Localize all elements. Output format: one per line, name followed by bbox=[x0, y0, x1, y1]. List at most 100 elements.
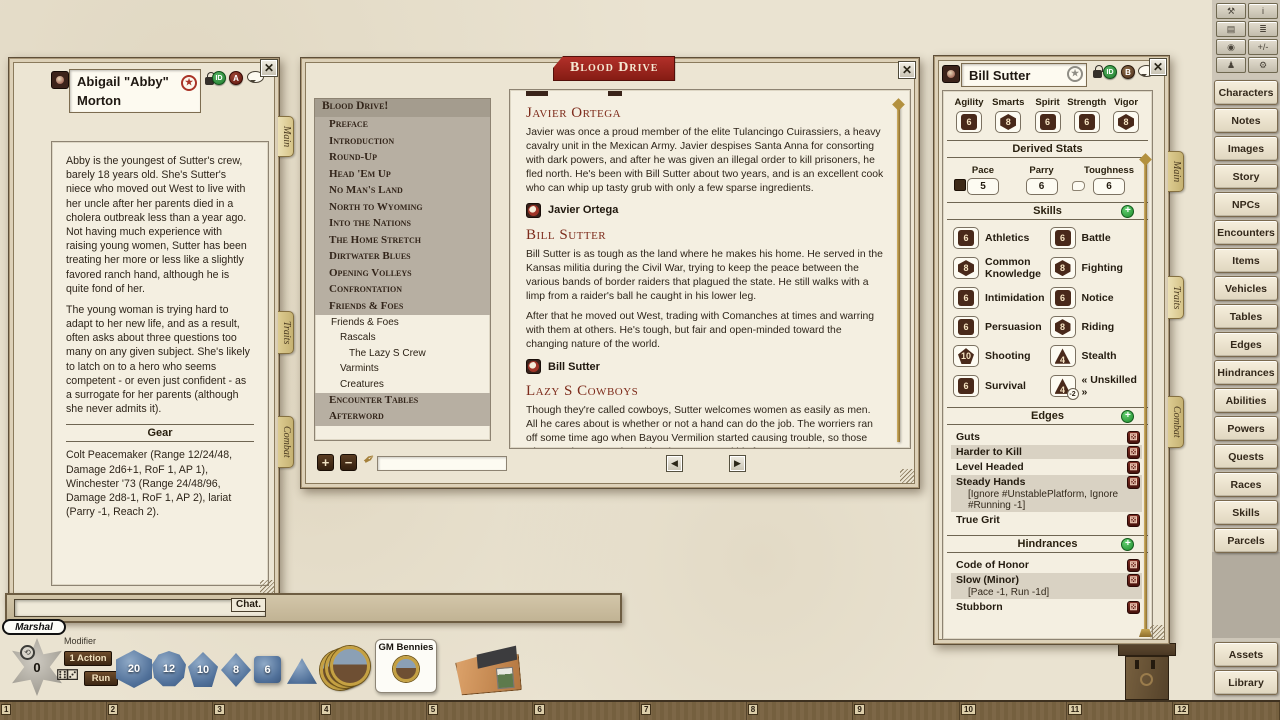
npc-name-field[interactable]: Bill Sutter bbox=[961, 63, 1087, 87]
id-badge[interactable]: ID bbox=[1103, 65, 1117, 79]
hotkey-slot[interactable]: 10 bbox=[960, 702, 1067, 720]
marshal-badge[interactable]: Marshal bbox=[2, 619, 66, 635]
options-button[interactable]: ⚙ bbox=[1248, 57, 1278, 73]
skill-die-button[interactable]: 4 bbox=[1050, 345, 1076, 367]
sidebar-item-library[interactable]: Library bbox=[1214, 670, 1278, 695]
chat-label[interactable]: Chat. bbox=[231, 598, 266, 612]
pace-value[interactable]: 5 bbox=[967, 178, 999, 195]
toc-item-introduction[interactable]: Introduction bbox=[315, 134, 490, 151]
roll-die-icon[interactable] bbox=[1127, 574, 1140, 587]
lock-icon[interactable] bbox=[1093, 70, 1102, 78]
toc-item-encounter-tables[interactable]: Encounter Tables bbox=[315, 393, 490, 410]
toc-item-into-the-nations[interactable]: Into the Nations bbox=[315, 216, 490, 233]
sidebar-item-skills[interactable]: Skills bbox=[1214, 500, 1278, 525]
page-prev-button[interactable]: ◀ bbox=[666, 455, 683, 472]
faction-letter-badge[interactable]: A bbox=[229, 71, 243, 85]
sidebar-item-quests[interactable]: Quests bbox=[1214, 444, 1278, 469]
tab-combat[interactable]: Combat bbox=[278, 416, 294, 468]
sidebar-item-notes[interactable]: Notes bbox=[1214, 108, 1278, 133]
skill-die-button[interactable]: 10 bbox=[953, 345, 979, 367]
wildcard-star-icon[interactable] bbox=[181, 75, 197, 91]
skill-die-button[interactable]: 8 bbox=[953, 257, 979, 279]
toc-item-dirtwater-blues[interactable]: Dirtwater Blues bbox=[315, 249, 490, 266]
card-deck-box[interactable] bbox=[450, 642, 526, 698]
abby-portrait-icon[interactable] bbox=[51, 71, 69, 89]
page-next-button[interactable]: ▶ bbox=[729, 455, 746, 472]
tab-main[interactable]: Main bbox=[278, 116, 294, 157]
toc-sub-friends-foes[interactable]: Friends & Foes bbox=[315, 315, 490, 331]
skill-die-button[interactable]: 6 bbox=[953, 227, 979, 249]
faction-letter-badge[interactable]: B bbox=[1121, 65, 1135, 79]
roll-die-icon[interactable] bbox=[1127, 461, 1140, 474]
dice-tower[interactable] bbox=[1118, 643, 1176, 700]
skill-die-button[interactable]: 4-2 bbox=[1050, 375, 1076, 397]
hotkey-slot[interactable]: 4 bbox=[320, 702, 427, 720]
parry-value[interactable]: 6 bbox=[1026, 178, 1058, 195]
id-badge[interactable]: ID bbox=[212, 71, 226, 85]
sidebar-item-vehicles[interactable]: Vehicles bbox=[1214, 276, 1278, 301]
agility-die-button[interactable]: 6 bbox=[956, 111, 982, 133]
toc-item-friends-and-foes[interactable]: Friends & Foes bbox=[315, 299, 490, 316]
toc-item-preface[interactable]: Preface bbox=[315, 117, 490, 134]
dice-pair-icon[interactable]: ⚅⚂ bbox=[56, 666, 76, 684]
toughness-value[interactable]: 6 bbox=[1093, 178, 1125, 195]
sidebar-item-parcels[interactable]: Parcels bbox=[1214, 528, 1278, 553]
npc-link-bill[interactable]: Bill Sutter bbox=[526, 359, 884, 374]
skill-die-button[interactable]: 6 bbox=[1050, 227, 1076, 249]
toc-item-no-mans-land[interactable]: No Man's Land bbox=[315, 183, 490, 200]
roll-die-icon[interactable] bbox=[1127, 476, 1140, 489]
toc-sub-rascals[interactable]: Rascals bbox=[315, 331, 490, 347]
d6-die[interactable]: 6 bbox=[254, 656, 281, 683]
close-icon[interactable] bbox=[260, 59, 278, 77]
scroll-rod[interactable] bbox=[897, 106, 900, 442]
add-edge-button[interactable] bbox=[1121, 410, 1134, 423]
benny-coin-icon[interactable] bbox=[393, 656, 419, 682]
edge-row-level-headed[interactable]: Level Headed bbox=[951, 460, 1142, 474]
hotkey-slot[interactable]: 7 bbox=[640, 702, 747, 720]
skill-die-button[interactable]: 6 bbox=[953, 287, 979, 309]
gm-bennies-panel[interactable]: GM Bennies bbox=[375, 639, 437, 693]
run-button[interactable]: Run bbox=[84, 671, 118, 686]
hotkey-slot[interactable]: 3 bbox=[213, 702, 320, 720]
tokens-button[interactable]: ◉ bbox=[1216, 39, 1246, 55]
hindrance-row-stubborn[interactable]: Stubborn bbox=[951, 600, 1142, 614]
sidebar-item-npcs[interactable]: NPCs bbox=[1214, 192, 1278, 217]
npc-link-javier[interactable]: Javier Ortega bbox=[526, 203, 884, 218]
skill-die-button[interactable]: 8 bbox=[1050, 257, 1076, 279]
hotkey-slot[interactable]: 11 bbox=[1067, 702, 1174, 720]
abby-name-field[interactable]: Abigail "Abby" Morton bbox=[69, 69, 201, 113]
close-icon[interactable] bbox=[898, 61, 916, 79]
hindrance-row-slow[interactable]: Slow (Minor)[Pace -1, Run -1d] bbox=[951, 573, 1142, 599]
edge-row-guts[interactable]: Guts bbox=[951, 430, 1142, 444]
tab-combat[interactable]: Combat bbox=[1168, 396, 1184, 448]
dice-tray-button[interactable]: ⚒ bbox=[1216, 3, 1246, 19]
sidebar-item-races[interactable]: Races bbox=[1214, 472, 1278, 497]
resize-grip[interactable] bbox=[1150, 625, 1165, 640]
toc-item-round-up[interactable]: Round-Up bbox=[315, 150, 490, 167]
hotkey-slot[interactable]: 8 bbox=[747, 702, 854, 720]
hotkey-slot[interactable]: 5 bbox=[427, 702, 534, 720]
calendar-button[interactable]: ▤ bbox=[1216, 21, 1246, 37]
tab-traits[interactable]: Traits bbox=[1168, 276, 1184, 319]
sidebar-item-characters[interactable]: Characters bbox=[1214, 80, 1278, 105]
roll-die-icon[interactable] bbox=[1127, 514, 1140, 527]
toc-search-input[interactable] bbox=[377, 456, 507, 471]
d8-die[interactable]: 8 bbox=[221, 653, 251, 687]
spirit-die-button[interactable]: 6 bbox=[1035, 111, 1061, 133]
skill-die-button[interactable]: 6 bbox=[1050, 287, 1076, 309]
hotkey-slot[interactable]: 1 bbox=[0, 702, 107, 720]
toc-item-opening-volleys[interactable]: Opening Volleys bbox=[315, 266, 490, 283]
sidebar-item-powers[interactable]: Powers bbox=[1214, 416, 1278, 441]
add-hindrance-button[interactable] bbox=[1121, 538, 1134, 551]
story-banner[interactable]: Blood Drive bbox=[553, 56, 675, 81]
scroll-rod[interactable] bbox=[1144, 161, 1147, 631]
sidebar-item-items[interactable]: Items bbox=[1214, 248, 1278, 273]
vigor-die-button[interactable]: 8 bbox=[1113, 111, 1139, 133]
d10-die[interactable]: 10 bbox=[187, 652, 219, 687]
wildcard-star-icon[interactable] bbox=[1067, 66, 1083, 82]
bennies-coin-stack[interactable] bbox=[320, 646, 376, 692]
add-entry-button[interactable]: + bbox=[317, 454, 334, 471]
sidebar-item-hindrances[interactable]: Hindrances bbox=[1214, 360, 1278, 385]
tab-traits[interactable]: Traits bbox=[278, 311, 294, 354]
edge-row-steady-hands[interactable]: Steady Hands[Ignore #UnstablePlatform, I… bbox=[951, 475, 1142, 512]
